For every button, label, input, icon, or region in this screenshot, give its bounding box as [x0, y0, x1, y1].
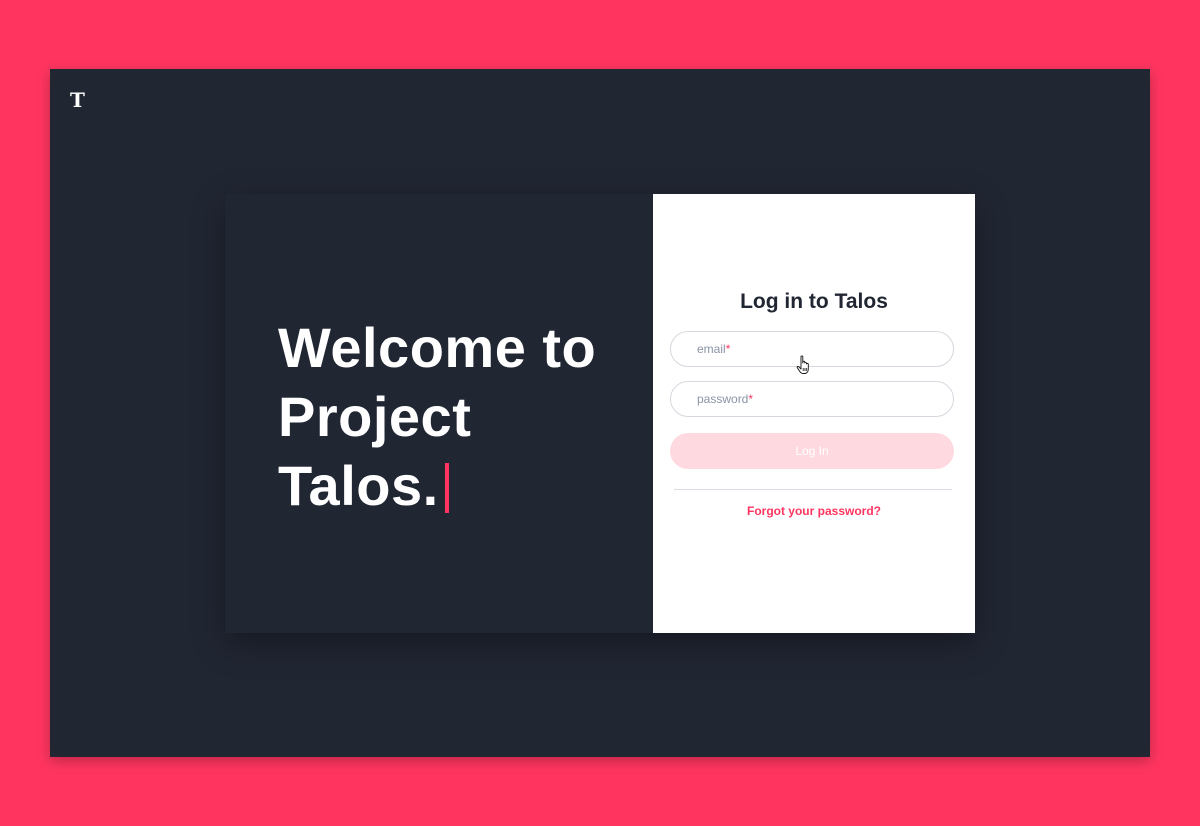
email-required-mark: * — [725, 342, 731, 356]
text-caret — [444, 463, 449, 513]
login-title: Log in to Talos — [740, 290, 888, 313]
password-field[interactable]: password* — [670, 381, 954, 417]
login-panel: Log in to Talos email* password* Log In … — [653, 194, 975, 633]
forgot-password-link[interactable]: Forgot your password? — [653, 504, 975, 518]
welcome-line-3: Talos. — [278, 451, 596, 520]
password-field-label: password* — [697, 392, 753, 406]
welcome-line-3-text: Talos. — [278, 454, 439, 517]
login-card: Welcome to Project Talos. Log in to Talo… — [225, 194, 975, 633]
password-required-mark: * — [748, 392, 754, 406]
app-window: T Welcome to Project Talos. Log in to Ta… — [50, 69, 1150, 757]
password-label-text: password — [697, 392, 749, 406]
login-button[interactable]: Log In — [670, 433, 954, 469]
hand-pointer-icon — [796, 355, 809, 374]
brand-logo[interactable]: T — [70, 88, 85, 112]
email-field-label: email* — [697, 342, 730, 356]
welcome-line-1: Welcome to — [278, 316, 597, 379]
welcome-line-2: Project — [278, 385, 472, 448]
welcome-heading: Welcome to Project Talos. — [278, 313, 596, 520]
divider — [674, 489, 952, 490]
hero-panel: Welcome to Project Talos. — [225, 194, 653, 633]
email-label-text: email — [697, 342, 726, 356]
email-field[interactable]: email* — [670, 331, 954, 367]
